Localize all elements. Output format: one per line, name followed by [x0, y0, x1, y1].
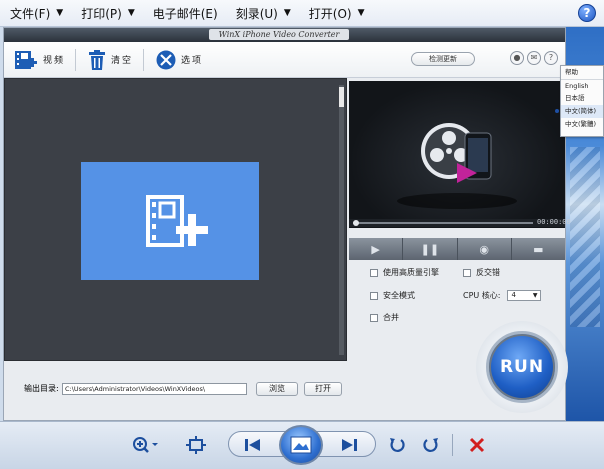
safe-mode-label: 安全模式 — [383, 291, 415, 300]
safe-mode-option[interactable]: 安全模式 — [370, 290, 415, 301]
cpu-core-select[interactable]: 4 — [506, 290, 541, 301]
options-button[interactable]: 选项 — [146, 45, 211, 75]
video-list-panel — [4, 78, 347, 361]
help-icon[interactable]: ? — [578, 4, 596, 22]
rotate-right-icon[interactable] — [420, 434, 442, 456]
zoom-icon[interactable] — [130, 434, 160, 456]
menu-print[interactable]: 打印(P) ▼ — [71, 0, 143, 27]
menu-item-japanese[interactable]: 日本語 — [561, 92, 603, 105]
menu-item-help[interactable]: 帮助 — [561, 66, 603, 79]
playback-controls: ▶ ❚❚ ◉ ▬ — [349, 238, 565, 260]
converter-window: WinX iPhone Video Converter 视频 清空 选项 检测更… — [3, 27, 571, 421]
output-path-field[interactable]: C:\Users\Administrator\Videos\WinXVideos… — [62, 383, 247, 395]
run-button[interactable]: RUN — [486, 331, 558, 403]
add-video-label: 视频 — [43, 56, 66, 66]
slideshow-icon[interactable] — [279, 425, 323, 465]
merge-checkbox[interactable] — [370, 313, 378, 322]
menu-item-simplified-chinese[interactable]: 中文(简体) — [555, 105, 603, 118]
chevron-down-icon: ▼ — [283, 8, 291, 18]
title-bar: WinX iPhone Video Converter — [4, 28, 565, 42]
hq-engine-label: 使用高质量引擎 — [383, 268, 439, 277]
menu-file-label: 文件(F) — [10, 6, 51, 21]
rotate-left-icon[interactable] — [386, 434, 408, 456]
menu-print-label: 打印(P) — [81, 6, 122, 21]
scrollbar-thumb[interactable] — [339, 87, 344, 107]
list-scrollbar[interactable] — [339, 85, 344, 355]
next-icon[interactable] — [336, 434, 362, 456]
hq-engine-option[interactable]: 使用高质量引擎 — [370, 267, 439, 278]
menu-item-english[interactable]: English — [561, 79, 603, 92]
preview-screen — [349, 81, 565, 228]
open-folder-button[interactable]: 打开 — [304, 382, 342, 396]
browse-button[interactable]: 浏览 — [256, 382, 298, 396]
viewer-menubar: 文件(F) ▼ 打印(P) ▼ 电子邮件(E) 刻录(U) ▼ 打开(O) ▼ ? — [0, 0, 604, 27]
menu-email[interactable]: 电子邮件(E) — [143, 0, 226, 27]
language-menu: 帮助 English 日本語 中文(简体) 中文(繁體) — [555, 65, 604, 137]
seek-track[interactable] — [353, 222, 533, 224]
snapshot-icon[interactable]: ◉ — [458, 238, 512, 260]
fit-window-icon[interactable] — [184, 434, 208, 456]
deinterlace-checkbox[interactable] — [463, 268, 471, 277]
film-add-icon — [146, 195, 208, 247]
add-video-drop-area[interactable] — [81, 162, 259, 280]
window-title: WinX iPhone Video Converter — [209, 29, 349, 40]
deinterlace-label: 反交错 — [476, 268, 500, 277]
question-icon[interactable]: ? — [544, 51, 558, 65]
toolbar-divider — [452, 434, 453, 456]
menu-item-traditional-chinese[interactable]: 中文(繁體) — [561, 118, 603, 131]
output-dir-label: 输出目录: — [24, 384, 59, 393]
viewer-bottom-toolbar — [0, 421, 604, 469]
menu-open-label: 打开(O) — [308, 6, 352, 21]
output-row: 输出目录: — [24, 383, 59, 394]
hq-engine-checkbox[interactable] — [370, 268, 378, 277]
menu-open[interactable]: 打开(O) ▼ — [299, 0, 373, 27]
chevron-down-icon: ▼ — [127, 8, 135, 18]
time-display: 00:00:00 — [537, 218, 571, 226]
add-video-button[interactable]: 视频 — [4, 45, 73, 75]
merge-option[interactable]: 合并 — [370, 312, 399, 323]
menu-burn[interactable]: 刻录(U) ▼ — [226, 0, 299, 27]
menu-email-label: 电子邮件(E) — [152, 6, 218, 21]
previous-icon[interactable] — [240, 434, 266, 456]
film-add-icon — [15, 50, 37, 69]
user-icon[interactable]: ● — [510, 51, 524, 65]
cpu-core-option: CPU 核心: 4 — [463, 290, 541, 301]
clear-button[interactable]: 清空 — [78, 45, 141, 75]
seek-bar[interactable]: 00:00:00 — [349, 218, 571, 227]
clear-label: 清空 — [111, 56, 134, 66]
chevron-down-icon: ▼ — [56, 8, 64, 18]
deinterlace-option[interactable]: 反交错 — [463, 267, 500, 278]
play-icon[interactable]: ▶ — [349, 238, 404, 260]
cpu-core-label: CPU 核心: — [463, 291, 501, 300]
app-toolbar: 视频 清空 选项 — [4, 42, 565, 78]
delete-icon[interactable] — [466, 434, 488, 456]
check-update-button[interactable]: 检测更新 — [411, 52, 475, 66]
mail-icon[interactable]: ✉ — [527, 51, 541, 65]
menu-burn-label: 刻录(U) — [235, 6, 278, 21]
film-reel-logo — [397, 123, 517, 209]
menu-file[interactable]: 文件(F) ▼ — [0, 0, 71, 27]
seek-knob[interactable] — [353, 220, 359, 226]
chevron-down-icon: ▼ — [357, 8, 365, 18]
trash-icon — [89, 49, 106, 70]
merge-label: 合并 — [383, 313, 399, 322]
tools-icon — [156, 50, 176, 69]
safe-mode-checkbox[interactable] — [370, 291, 378, 300]
pause-icon[interactable]: ❚❚ — [403, 238, 458, 260]
toolbar-divider — [143, 48, 145, 71]
options-label: 选项 — [181, 56, 204, 66]
folder-icon[interactable]: ▬ — [512, 238, 565, 260]
toolbar-divider — [75, 48, 77, 71]
options-panel: 使用高质量引擎 反交错 安全模式 CPU 核心: 4 合并 — [366, 263, 566, 323]
